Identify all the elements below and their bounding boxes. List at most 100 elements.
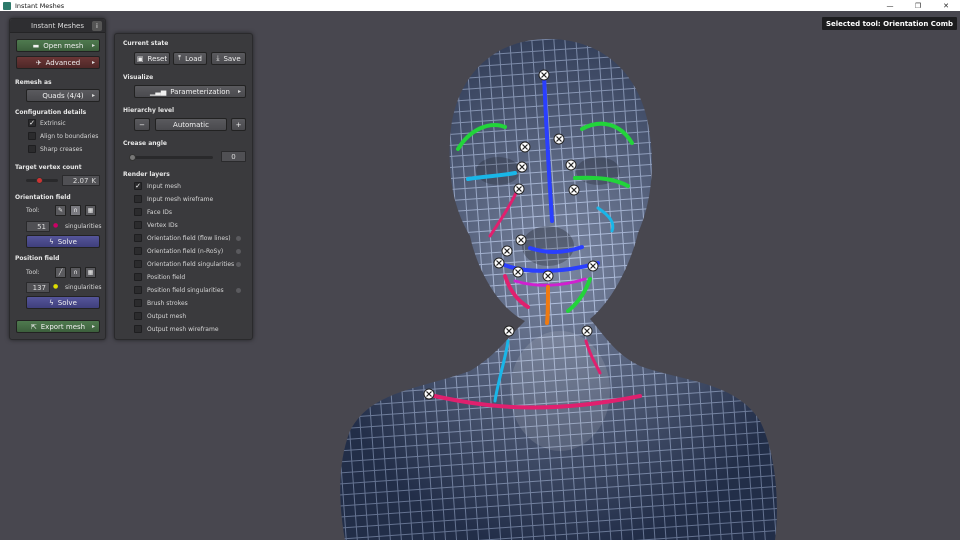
position-tool-label: Tool: — [26, 269, 40, 276]
export-icon: ⇱ — [30, 322, 37, 331]
reset-icon: ▣ — [136, 54, 144, 63]
layer-position-singularities-label: Position field singularities — [147, 287, 224, 294]
layer-vertex-ids-label: Vertex IDs — [147, 222, 178, 229]
stroke-handle-icon — [512, 266, 524, 278]
attractor-tool-icon[interactable]: ▦ — [85, 205, 96, 216]
crease-angle-slider[interactable] — [133, 156, 213, 159]
position-singularities-label: singularities — [65, 284, 102, 291]
layer-color-swatch[interactable] — [236, 262, 241, 267]
target-vertex-slider-knob[interactable] — [36, 177, 43, 184]
position-singularities-field: 137 — [26, 282, 50, 293]
chevron-right-icon: ▸ — [91, 323, 95, 330]
smooth-brush-icon[interactable]: ╱ — [55, 267, 66, 278]
config-details-label: Configuration details — [15, 109, 87, 116]
orientation-tool-label: Tool: — [26, 207, 40, 214]
layer-color-swatch[interactable] — [236, 288, 241, 293]
singularity-icon: ● — [53, 283, 59, 290]
crease-angle-label: Crease angle — [123, 140, 167, 147]
load-label: Load — [185, 54, 202, 63]
save-button[interactable]: ⤓ Save — [211, 52, 246, 65]
load-icon: ⤒ — [178, 54, 182, 62]
chevron-right-icon: ▸ — [91, 42, 95, 49]
layer-position-field-label: Position field — [147, 274, 186, 281]
stroke-handle-icon — [568, 184, 580, 196]
layer-input-mesh-checkbox[interactable]: ✓ — [134, 182, 142, 190]
hierarchy-level-label: Hierarchy level — [123, 107, 175, 114]
position-solve-button[interactable]: ϟ Solve — [26, 296, 100, 309]
layer-input-wireframe-label: Input mesh wireframe — [147, 196, 214, 203]
layer-orientation-flow-checkbox[interactable] — [134, 234, 142, 242]
layer-output-wireframe-checkbox[interactable] — [134, 325, 142, 333]
comb-tool-icon[interactable]: ∩ — [70, 267, 81, 278]
layer-output-wireframe-label: Output mesh wireframe — [147, 326, 219, 333]
close-button[interactable]: ✕ — [932, 0, 960, 11]
minimize-button[interactable]: — — [876, 0, 904, 11]
attractor-tool-icon[interactable]: ▦ — [85, 267, 96, 278]
orientation-singularities-label: singularities — [65, 223, 102, 230]
position-field-label: Position field — [15, 255, 60, 262]
selected-tool-label: Selected tool: Orientation Comb — [821, 17, 957, 30]
crease-angle-slider-knob[interactable] — [129, 154, 136, 161]
crease-angle-field[interactable]: 0 — [221, 151, 246, 162]
reset-label: Reset — [147, 54, 168, 63]
current-state-label: Current state — [123, 40, 169, 47]
stroke-handle-icon — [565, 159, 577, 171]
target-vertex-label: Target vertex count — [15, 164, 82, 171]
export-mesh-label: Export mesh — [40, 322, 86, 331]
bar-chart-icon: ▁▃▅ — [150, 87, 167, 96]
app-icon — [3, 1, 11, 10]
stroke-handle-icon — [587, 260, 599, 272]
position-singularities-value: 137 — [32, 283, 46, 292]
orientation-solve-label: Solve — [57, 237, 77, 246]
reset-button[interactable]: ▣ Reset — [134, 52, 170, 65]
stroke-handle-icon — [515, 234, 527, 246]
target-vertex-value: 2.07 — [72, 176, 89, 185]
layer-orientation-flow-label: Orientation field (flow lines) — [147, 235, 231, 242]
visualize-dropdown[interactable]: ▁▃▅ Parameterization ▸ — [134, 85, 246, 98]
layer-orientation-nrosy-checkbox[interactable] — [134, 247, 142, 255]
open-mesh-button[interactable]: ▬ Open mesh ▸ — [16, 39, 100, 52]
comb-tool-icon[interactable]: ∩ — [70, 205, 81, 216]
smooth-brush-icon[interactable]: ✎ — [55, 205, 66, 216]
layer-brush-strokes-checkbox[interactable] — [134, 299, 142, 307]
advanced-label: Advanced — [45, 58, 81, 67]
rocket-icon: ✈ — [35, 58, 42, 67]
stroke-handle-icon — [538, 69, 550, 81]
window-title-bar: Instant Meshes — ❐ ✕ — [0, 0, 960, 11]
extrinsic-checkbox[interactable]: ✓ — [28, 119, 36, 127]
export-mesh-button[interactable]: ⇱ Export mesh ▸ — [16, 320, 100, 333]
orientation-solve-button[interactable]: ϟ Solve — [26, 235, 100, 248]
layer-position-singularities-checkbox[interactable] — [134, 286, 142, 294]
advanced-button[interactable]: ✈ Advanced ▸ — [16, 56, 100, 69]
main-panel-header: Instant Meshes i — [10, 19, 105, 33]
load-button[interactable]: ⤒ Load — [173, 52, 207, 65]
layer-input-wireframe-checkbox[interactable] — [134, 195, 142, 203]
layer-position-field-checkbox[interactable] — [134, 273, 142, 281]
open-mesh-label: Open mesh — [43, 41, 84, 50]
layer-input-mesh-label: Input mesh — [147, 183, 181, 190]
layer-output-mesh-checkbox[interactable] — [134, 312, 142, 320]
stroke-handle-icon — [503, 325, 515, 337]
sharp-creases-checkbox[interactable] — [28, 145, 36, 153]
layer-orientation-singularities-checkbox[interactable] — [134, 260, 142, 268]
layer-orientation-nrosy-label: Orientation field (n-RoSy) — [147, 248, 224, 255]
layer-face-ids-checkbox[interactable] — [134, 208, 142, 216]
hierarchy-value-field[interactable]: Automatic — [155, 118, 227, 131]
visualize-label: Visualize — [123, 74, 154, 81]
orientation-singularities-value: 51 — [37, 222, 46, 231]
layer-color-swatch[interactable] — [236, 236, 241, 241]
save-icon: ⤓ — [216, 54, 220, 62]
target-vertex-field[interactable]: 2.07 K — [62, 175, 100, 186]
main-panel: Instant Meshes i ▬ Open mesh ▸ ✈ Advance… — [9, 18, 106, 340]
extrinsic-label: Extrinsic — [40, 120, 66, 127]
align-boundaries-checkbox[interactable] — [28, 132, 36, 140]
layer-orientation-singularities-label: Orientation field singularities — [147, 261, 235, 268]
remesh-as-dropdown[interactable]: Quads (4/4) ▸ — [26, 89, 100, 102]
hierarchy-increase-button[interactable]: + — [231, 118, 246, 131]
visualize-value: Parameterization — [170, 87, 230, 96]
hierarchy-decrease-button[interactable]: − — [134, 118, 150, 131]
info-button[interactable]: i — [92, 21, 102, 31]
maximize-button[interactable]: ❐ — [904, 0, 932, 11]
layer-vertex-ids-checkbox[interactable] — [134, 221, 142, 229]
layer-color-swatch[interactable] — [236, 249, 241, 254]
